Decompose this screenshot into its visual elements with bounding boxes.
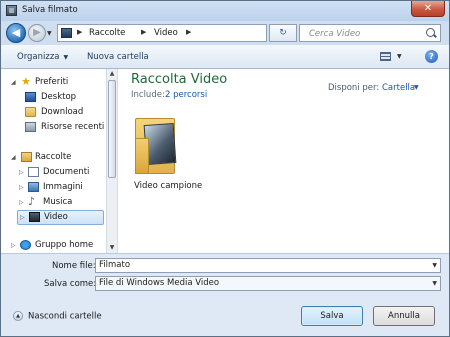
download-label: Download	[41, 107, 84, 117]
dialog-footer: ▲ Nascondi cartelle Salva Annulla	[1, 293, 449, 336]
filename-value: Filmato	[99, 260, 131, 270]
expand-icon[interactable]: ▷	[11, 242, 16, 249]
expand-icon[interactable]: ▷	[19, 184, 24, 191]
arrange-by-label: Disponi per:	[328, 83, 380, 93]
history-dropdown[interactable]: ▼	[47, 30, 52, 37]
desktop-label: Desktop	[41, 92, 77, 102]
nav-scrollbar[interactable]: ▲ ▼	[106, 69, 117, 253]
video-folder-icon[interactable]	[133, 114, 177, 174]
breadcrumb-video[interactable]: Video	[154, 28, 178, 38]
nav-item-video[interactable]: ▷ Video	[17, 210, 104, 225]
address-row: ◀ ▶ ▼ ▶ Raccolte ▶ Video ▶ ▼ ↻ Cerca Vid…	[1, 21, 449, 45]
collapse-up-icon: ▲	[13, 311, 23, 321]
chevron-down-icon[interactable]: ▼	[432, 259, 437, 272]
homegroup-icon	[20, 240, 31, 250]
back-button[interactable]: ◀	[6, 23, 26, 43]
favorites-label: Preferiti	[35, 77, 69, 87]
pictures-icon	[28, 182, 39, 192]
refresh-button[interactable]: ↻	[269, 24, 297, 42]
new-folder-button[interactable]: Nuova cartella	[87, 52, 149, 62]
filename-field[interactable]: Filmato ▼	[95, 258, 441, 273]
immagini-label: Immagini	[43, 182, 83, 192]
arrange-by-dropdown[interactable]: Cartella	[382, 83, 415, 93]
expand-icon[interactable]: ▷	[19, 169, 24, 176]
video-label: Video	[44, 212, 68, 222]
collapse-icon[interactable]: ◢	[11, 79, 16, 86]
view-options-icon[interactable]	[380, 52, 391, 61]
chevron-down-icon: ▼	[63, 54, 69, 61]
folder-item-label[interactable]: Video campione	[134, 181, 202, 191]
search-icon	[426, 28, 435, 37]
hide-folders-toggle[interactable]: ▲ Nascondi cartelle	[13, 311, 102, 322]
organize-button[interactable]: Organizza ▼	[17, 52, 68, 62]
nav-item-recent[interactable]: Risorse recenti	[25, 121, 105, 135]
file-fields: Nome file: Filmato ▼ Salva come: File di…	[1, 253, 449, 293]
search-placeholder: Cerca Video	[309, 29, 361, 39]
close-button[interactable]: ✕	[411, 1, 445, 17]
expand-icon[interactable]: ▷	[19, 199, 24, 206]
chevron-down-icon[interactable]: ▼	[414, 84, 419, 91]
breadcrumb-raccolte[interactable]: Raccolte	[89, 28, 125, 38]
library-icon	[61, 28, 72, 38]
libraries-icon	[21, 152, 32, 162]
address-bar[interactable]: ▶ Raccolte ▶ Video ▶ ▼	[57, 24, 320, 42]
savetype-label: Salva come:	[44, 279, 97, 289]
help-icon[interactable]: ?	[425, 50, 438, 63]
filename-label: Nome file:	[52, 261, 96, 271]
download-folder-icon	[25, 107, 36, 117]
library-title: Raccolta Video	[131, 72, 228, 87]
toolbar: Organizza ▼ Nuova cartella ▼ ?	[1, 45, 449, 69]
star-icon: ★	[21, 75, 31, 88]
view-dropdown-icon[interactable]: ▼	[397, 53, 402, 60]
chevron-down-icon[interactable]: ▼	[432, 277, 437, 290]
app-icon	[6, 5, 17, 16]
music-icon: ♪	[28, 195, 36, 208]
video-icon	[29, 212, 40, 222]
savetype-select[interactable]: File di Windows Media Video ▼	[95, 276, 441, 291]
save-button[interactable]: Salva	[301, 306, 363, 326]
documents-icon	[28, 167, 39, 177]
nav-item-download[interactable]: Download	[25, 106, 103, 120]
libraries-label: Raccolte	[35, 152, 72, 162]
folder-front	[135, 138, 149, 174]
title-bar: Salva filmato ✕	[1, 1, 449, 21]
nav-item-desktop[interactable]: Desktop	[25, 91, 103, 105]
homegroup-label: Gruppo home	[35, 240, 94, 250]
navigation-pane: ◢ ★ Preferiti Desktop Download Risorse r…	[1, 69, 117, 253]
nav-item-immagini[interactable]: ▷ Immagini	[19, 181, 103, 195]
content-pane: Raccolta Video Include: 2 percorsi Dispo…	[118, 69, 449, 253]
expand-icon[interactable]: ▷	[20, 214, 25, 221]
breadcrumb-separator-icon[interactable]: ▶	[186, 28, 191, 36]
breadcrumb-separator-icon[interactable]: ▶	[141, 28, 146, 36]
window-title: Salva filmato	[22, 5, 78, 15]
musica-label: Musica	[43, 197, 73, 207]
cancel-button[interactable]: Annulla	[373, 306, 435, 326]
scroll-up-icon[interactable]: ▲	[107, 69, 117, 79]
nav-libraries[interactable]: ◢ Raccolte	[11, 151, 101, 165]
nav-favorites[interactable]: ◢ ★ Preferiti	[11, 75, 101, 90]
scroll-thumb[interactable]	[108, 80, 116, 178]
organize-label: Organizza	[17, 52, 60, 62]
scroll-down-icon[interactable]: ▼	[107, 243, 117, 253]
documenti-label: Documenti	[43, 167, 90, 177]
recent-places-icon	[25, 122, 36, 132]
collapse-icon[interactable]: ◢	[11, 154, 16, 161]
include-locations-link[interactable]: 2 percorsi	[165, 90, 207, 100]
savetype-value: File di Windows Media Video	[99, 278, 220, 288]
breadcrumb-separator-icon[interactable]: ▶	[77, 28, 82, 36]
recent-label: Risorse recenti	[41, 122, 105, 132]
forward-button[interactable]: ▶	[28, 24, 46, 42]
nav-item-documenti[interactable]: ▷ Documenti	[19, 166, 103, 180]
search-input[interactable]: Cerca Video	[299, 24, 441, 42]
hide-folders-label: Nascondi cartelle	[28, 311, 102, 322]
save-dialog: Salva filmato ✕ ◀ ▶ ▼ ▶ Raccolte ▶ Video…	[0, 0, 450, 337]
desktop-icon	[25, 92, 36, 102]
include-label: Include:	[131, 90, 165, 100]
nav-item-musica[interactable]: ▷ ♪ Musica	[19, 195, 103, 210]
nav-homegroup[interactable]: ▷ Gruppo home	[11, 239, 103, 253]
